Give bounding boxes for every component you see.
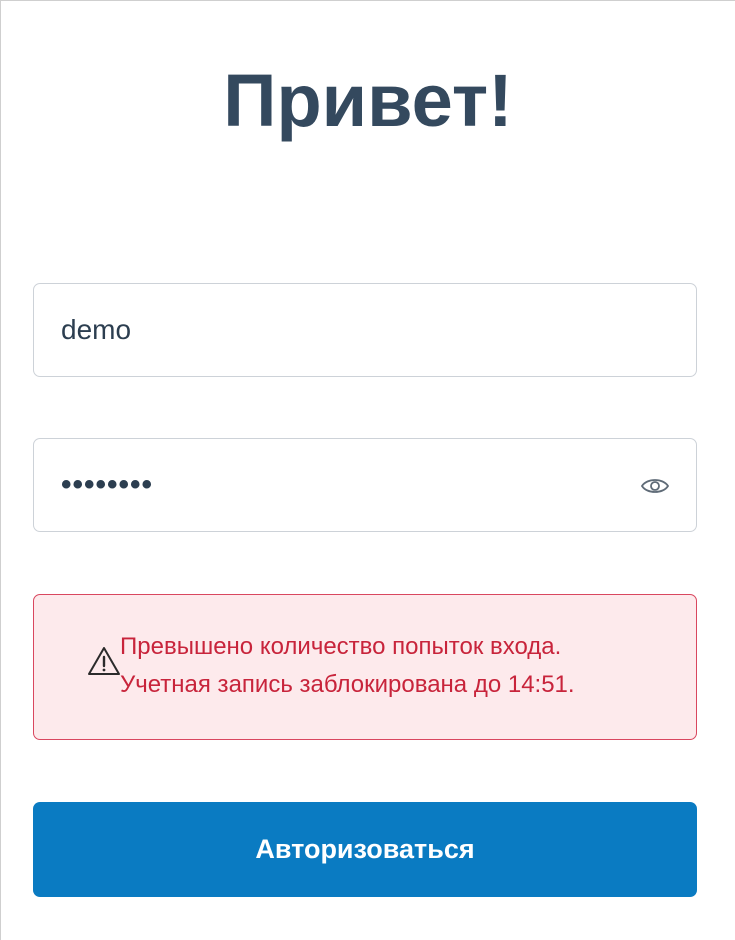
page-title: Привет! xyxy=(223,59,513,142)
error-line-locked: Учетная запись заблокирована до 14:51. xyxy=(120,671,575,698)
password-input[interactable] xyxy=(34,439,696,531)
login-button[interactable]: Авторизоваться xyxy=(33,802,697,897)
error-line-attempts: Превышено количество попыток входа. xyxy=(120,633,562,660)
login-panel: Привет! Превышено количество попыток вхо… xyxy=(0,0,735,940)
error-message: Превышено количество попыток входа. Учет… xyxy=(120,628,575,704)
error-alert: Превышено количество попыток входа. Учет… xyxy=(33,594,697,740)
eye-icon[interactable] xyxy=(640,475,670,497)
login-field[interactable] xyxy=(33,283,697,377)
login-input[interactable] xyxy=(34,284,696,376)
password-field[interactable] xyxy=(33,438,697,532)
warning-icon xyxy=(88,647,120,675)
